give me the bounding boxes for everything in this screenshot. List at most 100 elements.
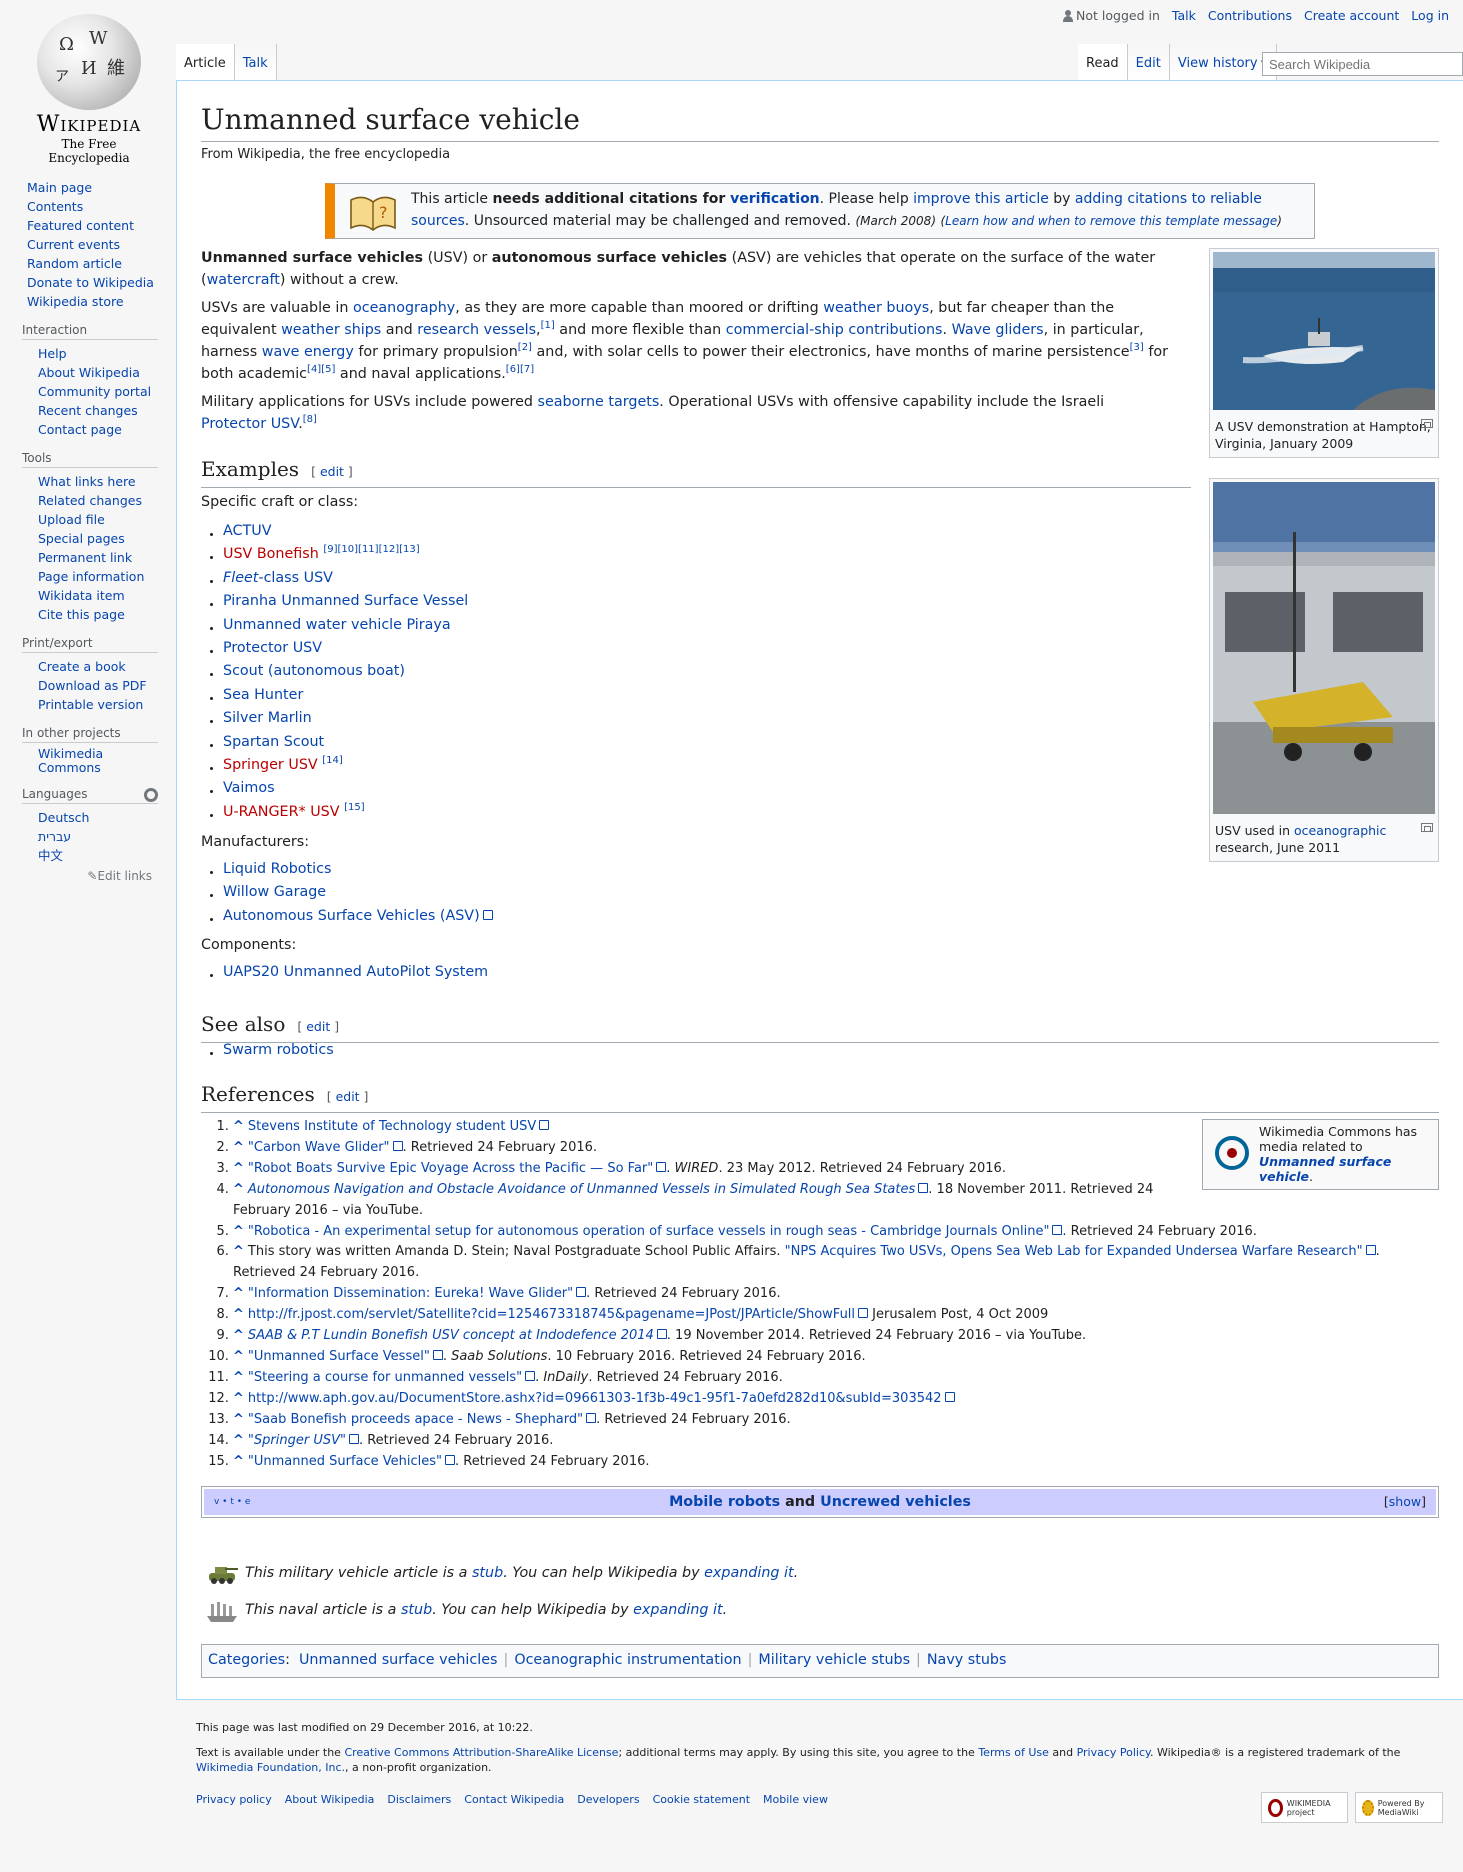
verification-link[interactable]: verification xyxy=(730,191,820,207)
sidebar-item-about[interactable]: About Wikipedia xyxy=(38,365,140,380)
mobile-robots-link[interactable]: Mobile robots xyxy=(669,1494,780,1510)
craft-sea-hunter[interactable]: Sea Hunter xyxy=(223,687,303,703)
craft-fleet-class[interactable]: Fleet-class USV xyxy=(223,570,333,586)
caret-up-icon[interactable]: ^ xyxy=(233,1244,244,1259)
ref-2[interactable]: [2] xyxy=(518,342,532,353)
manufacturer-liquid-robotics[interactable]: Liquid Robotics xyxy=(223,861,331,877)
watercraft-link[interactable]: watercraft xyxy=(207,272,280,288)
ref-14[interactable]: [14] xyxy=(322,755,343,766)
ref-8[interactable]: [8] xyxy=(303,414,317,425)
sidebar-item-main-page[interactable]: Main page xyxy=(27,180,92,195)
reference-link[interactable]: "Carbon Wave Glider" xyxy=(248,1140,403,1155)
see-also-swarm-robotics[interactable]: Swarm robotics xyxy=(223,1042,334,1058)
reference-link[interactable]: SAAB & P.T Lundin Bonefish USV concept a… xyxy=(248,1328,667,1343)
footer-disclaimers[interactable]: Disclaimers xyxy=(387,1793,451,1806)
sidebar-item-store[interactable]: Wikipedia store xyxy=(27,294,124,309)
tab-talk[interactable]: Talk xyxy=(234,44,277,80)
ref-3[interactable]: [3] xyxy=(1130,342,1144,353)
craft-scout[interactable]: Scout (autonomous boat) xyxy=(223,663,405,679)
seaborne-targets-link[interactable]: seaborne targets xyxy=(538,394,660,410)
footer-developers[interactable]: Developers xyxy=(577,1793,639,1806)
stub-link[interactable]: stub xyxy=(472,1565,503,1581)
sidebar-item-contents[interactable]: Contents xyxy=(27,199,83,214)
footer-mobile-view[interactable]: Mobile view xyxy=(763,1793,828,1806)
sidebar-item-wikidata-item[interactable]: Wikidata item xyxy=(38,588,125,603)
enlarge-icon[interactable] xyxy=(1421,419,1433,428)
refs-9-13[interactable]: [9][10][11][12][13] xyxy=(323,545,419,556)
ref-4[interactable]: [4] xyxy=(307,364,321,375)
edit-examples-link[interactable]: edit xyxy=(320,464,344,479)
reference-link[interactable]: "Unmanned Surface Vessel" xyxy=(248,1349,443,1364)
sidebar-item-featured-content[interactable]: Featured content xyxy=(27,218,134,233)
footer-contact[interactable]: Contact Wikipedia xyxy=(464,1793,564,1806)
caret-up-icon[interactable]: ^ xyxy=(233,1182,244,1197)
wave-gliders-link[interactable]: Wave gliders xyxy=(952,322,1044,338)
sidebar-item-current-events[interactable]: Current events xyxy=(27,237,120,252)
caret-up-icon[interactable]: ^ xyxy=(233,1119,244,1134)
terms-link[interactable]: Terms of Use xyxy=(978,1746,1049,1759)
edit-references-link[interactable]: edit xyxy=(336,1089,360,1104)
oceanographic-link[interactable]: oceanographic xyxy=(1294,823,1386,838)
sidebar-lang-deutsch[interactable]: Deutsch xyxy=(38,810,89,825)
caret-up-icon[interactable]: ^ xyxy=(233,1370,244,1385)
navbox-show-button[interactable]: show xyxy=(1389,1494,1421,1509)
sidebar-item-recent-changes[interactable]: Recent changes xyxy=(38,403,138,418)
footer-privacy-policy[interactable]: Privacy policy xyxy=(196,1793,272,1806)
wave-energy-link[interactable]: wave energy xyxy=(262,344,354,360)
category-navy-stubs[interactable]: Navy stubs xyxy=(927,1652,1007,1668)
caret-up-icon[interactable]: ^ xyxy=(233,1224,244,1239)
craft-protector[interactable]: Protector USV xyxy=(223,640,322,656)
expanding-link[interactable]: expanding it xyxy=(633,1602,722,1618)
sidebar-item-contact[interactable]: Contact page xyxy=(38,422,122,437)
navbox-vte[interactable]: v • t • e xyxy=(214,1489,250,1515)
sidebar-item-what-links-here[interactable]: What links here xyxy=(38,474,136,489)
contributions-link[interactable]: Contributions xyxy=(1208,8,1292,23)
caret-up-icon[interactable]: ^ xyxy=(233,1140,244,1155)
commercial-ship-link[interactable]: commercial-ship contributions xyxy=(726,322,943,338)
tab-read[interactable]: Read xyxy=(1078,44,1128,80)
sidebar-item-upload-file[interactable]: Upload file xyxy=(38,512,105,527)
manufacturer-asv[interactable]: Autonomous Surface Vehicles (ASV) xyxy=(223,908,493,924)
categories-label[interactable]: Categories xyxy=(208,1652,285,1668)
reference-link[interactable]: "Springer USV" xyxy=(248,1433,359,1448)
weather-buoys-link[interactable]: weather buoys xyxy=(823,300,929,316)
reference-link[interactable]: "Robotica - An experimental setup for au… xyxy=(248,1224,1063,1239)
create-account-link[interactable]: Create account xyxy=(1304,8,1399,23)
caret-up-icon[interactable]: ^ xyxy=(233,1328,244,1343)
reference-link[interactable]: "Robot Boats Survive Epic Voyage Across … xyxy=(248,1161,666,1176)
sidebar-item-community-portal[interactable]: Community portal xyxy=(38,384,151,399)
sidebar-item-permanent-link[interactable]: Permanent link xyxy=(38,550,132,565)
sidebar-item-cite-this-page[interactable]: Cite this page xyxy=(38,607,125,622)
category-oceanographic-instrumentation[interactable]: Oceanographic instrumentation xyxy=(514,1652,741,1668)
ref-1[interactable]: [1] xyxy=(541,320,555,331)
reference-link[interactable]: http://www.aph.gov.au/DocumentStore.ashx… xyxy=(248,1391,955,1406)
weather-ships-link[interactable]: weather ships xyxy=(281,322,381,338)
caret-up-icon[interactable]: ^ xyxy=(233,1161,244,1176)
sidebar-lang-chinese[interactable]: 中文 xyxy=(38,848,63,863)
research-vessels-link[interactable]: research vessels xyxy=(417,322,536,338)
log-in-link[interactable]: Log in xyxy=(1411,8,1449,23)
oceanography-link[interactable]: oceanography xyxy=(353,300,455,316)
enlarge-icon[interactable] xyxy=(1421,823,1433,832)
cc-license-link[interactable]: Creative Commons Attribution-ShareAlike … xyxy=(344,1746,618,1759)
usv-oceanographic-photo[interactable] xyxy=(1213,482,1435,814)
sidebar-lang-hebrew[interactable]: עברית xyxy=(38,829,71,844)
reference-link[interactable]: "NPS Acquires Two USVs, Opens Sea Web La… xyxy=(785,1244,1376,1259)
caret-up-icon[interactable]: ^ xyxy=(233,1391,244,1406)
reference-link[interactable]: Stevens Institute of Technology student … xyxy=(248,1119,549,1134)
sidebar-item-commons[interactable]: Wikimedia Commons xyxy=(38,746,103,775)
craft-vaimos[interactable]: Vaimos xyxy=(223,780,275,796)
caret-up-icon[interactable]: ^ xyxy=(233,1286,244,1301)
tab-view-history[interactable]: View history xyxy=(1169,44,1277,80)
sidebar-item-related-changes[interactable]: Related changes xyxy=(38,493,142,508)
sidebar-item-printable-version[interactable]: Printable version xyxy=(38,697,143,712)
reference-link[interactable]: "Saab Bonefish proceeds apace - News - S… xyxy=(248,1412,596,1427)
craft-springer[interactable]: Springer USV xyxy=(223,757,318,773)
sidebar-item-create-book[interactable]: Create a book xyxy=(38,659,126,674)
edit-links[interactable]: ✎Edit links xyxy=(22,869,152,883)
expanding-link[interactable]: expanding it xyxy=(704,1565,793,1581)
language-settings-gear-icon[interactable] xyxy=(144,788,158,802)
footer-about[interactable]: About Wikipedia xyxy=(285,1793,375,1806)
sidebar-item-download-pdf[interactable]: Download as PDF xyxy=(38,678,147,693)
privacy-policy-link[interactable]: Privacy Policy xyxy=(1077,1746,1150,1759)
